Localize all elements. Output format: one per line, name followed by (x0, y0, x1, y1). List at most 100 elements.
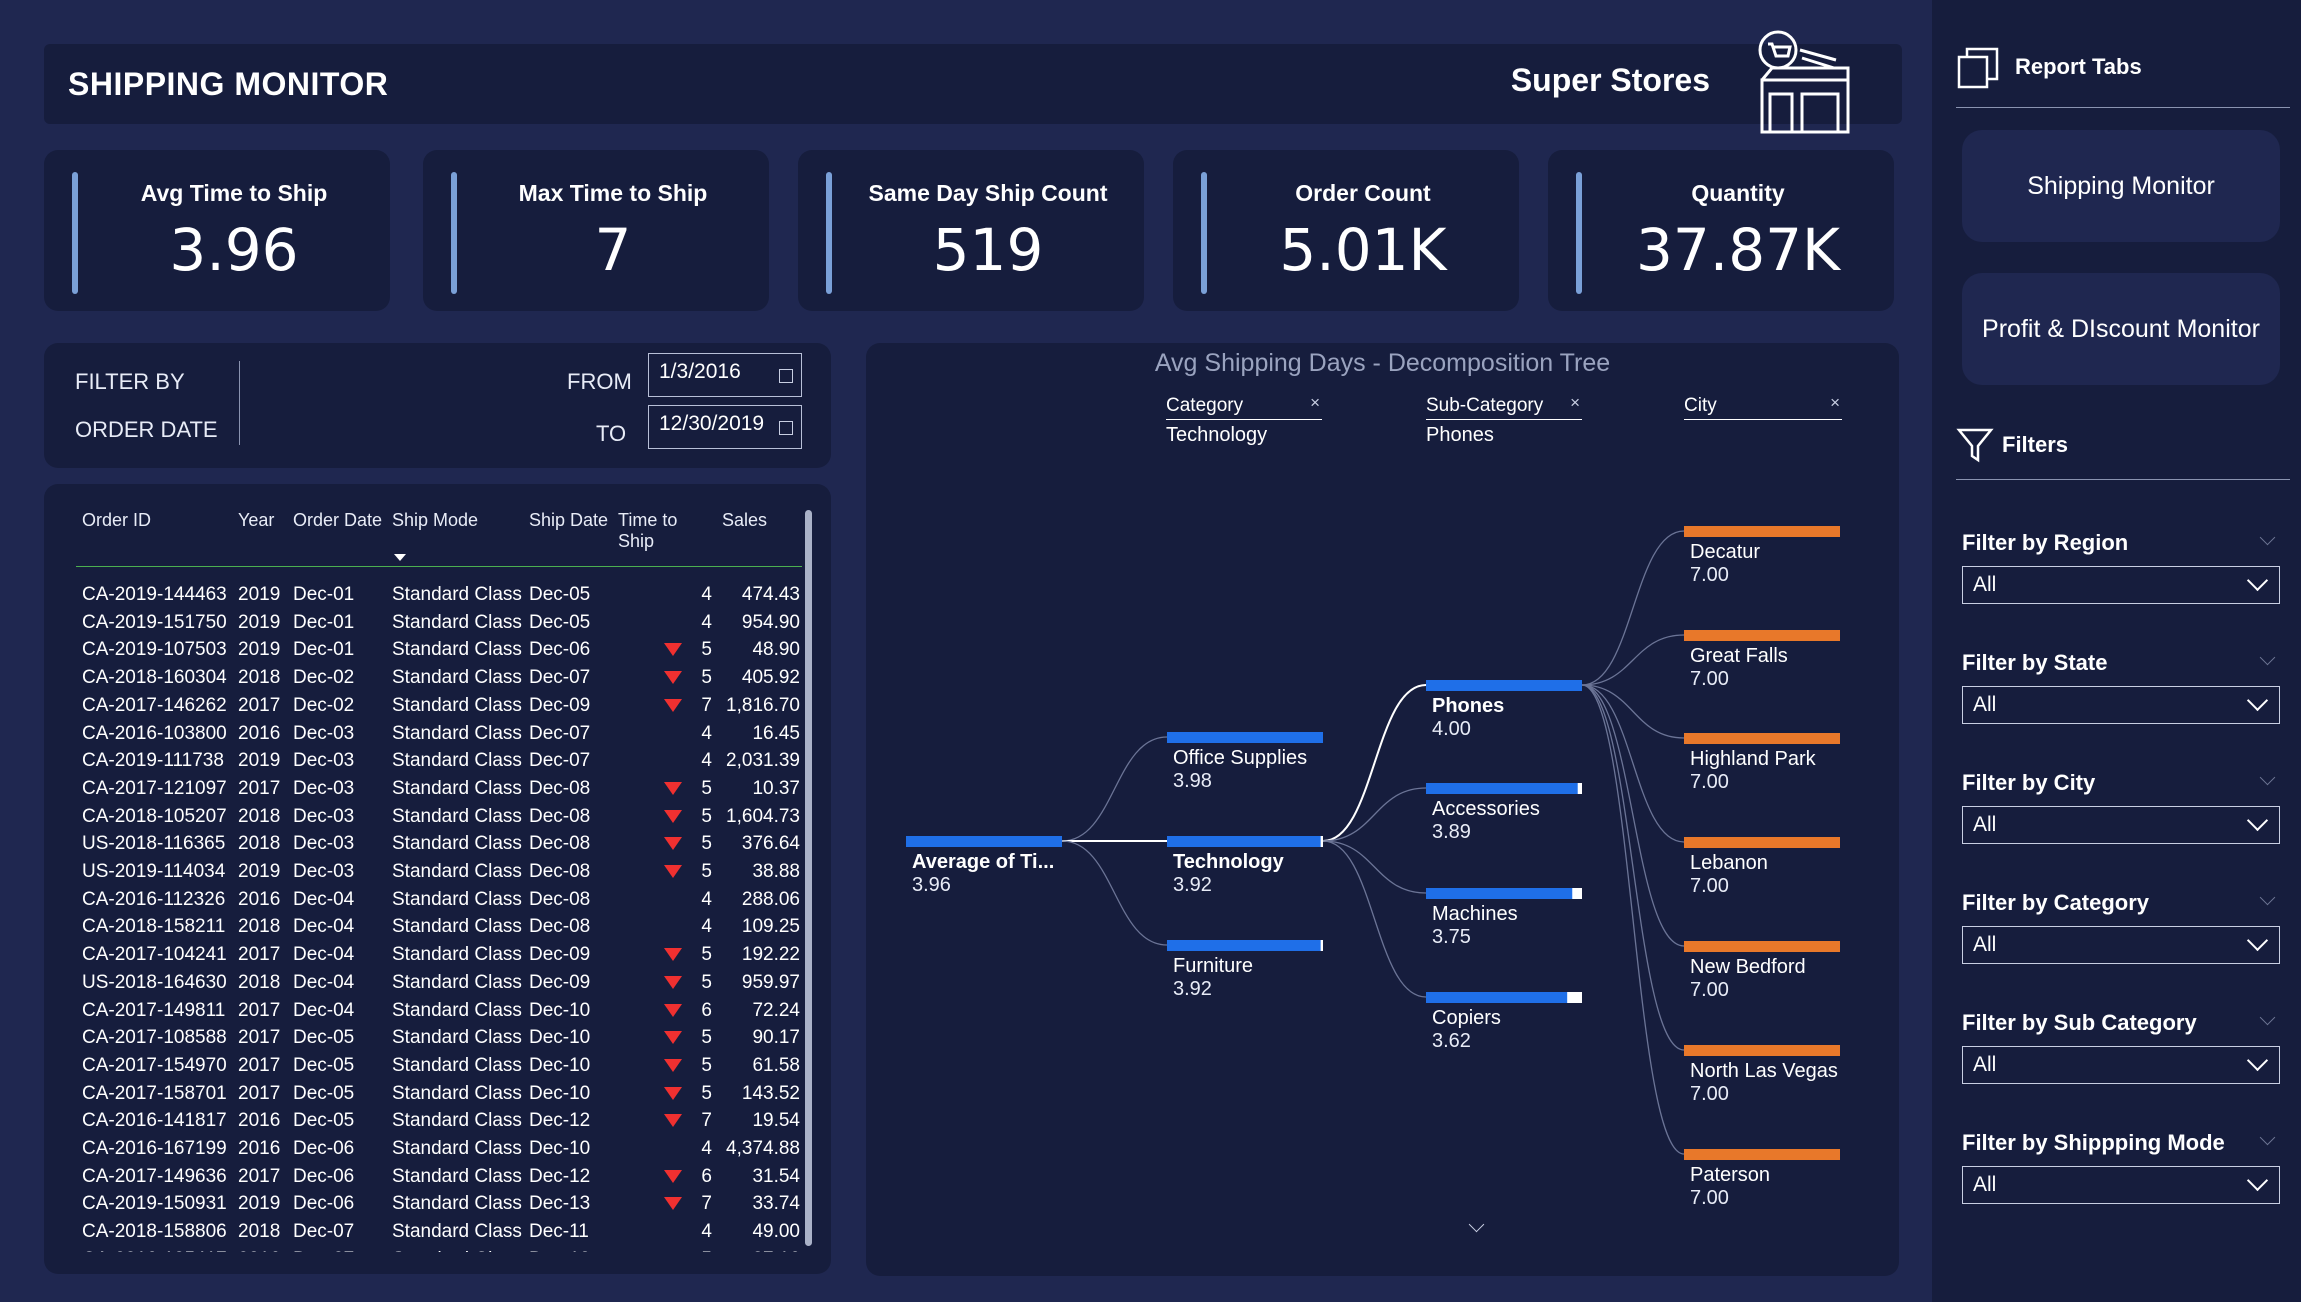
table-row[interactable]: CA-2017-158701 2017 Dec-05 Standard Class De… (82, 1083, 802, 1110)
category-bar[interactable] (1167, 732, 1323, 743)
category-bar[interactable] (1167, 940, 1323, 951)
cell-time-to-ship: 7 (701, 694, 712, 716)
table-row[interactable]: CA-2017-108588 2017 Dec-05 Standard Class De… (82, 1027, 802, 1054)
city-bar[interactable] (1684, 1149, 1840, 1160)
cell-ship-date: Dec-08 (529, 833, 591, 855)
red-down-triangle-icon (664, 698, 682, 712)
tree-node-category[interactable]: Technology 3.92 (1173, 851, 1284, 897)
city-bar[interactable] (1684, 630, 1840, 641)
col-header-time-to-ship[interactable]: Time to Ship (618, 510, 677, 552)
tree-node-city[interactable]: Paterson 7.00 (1690, 1164, 1770, 1210)
tree-node-city[interactable]: North Las Vegas 7.00 (1690, 1060, 1838, 1106)
tree-node-city[interactable]: New Bedford 7.00 (1690, 956, 1806, 1002)
city-bar[interactable] (1684, 526, 1840, 537)
chevron-down-icon[interactable] (2246, 569, 2269, 592)
city-bar[interactable] (1684, 837, 1840, 848)
table-row[interactable]: CA-2017-149811 2017 Dec-04 Standard Class De… (82, 1000, 802, 1027)
bar-fill (1167, 836, 1321, 847)
col-header-ship-date[interactable]: Ship Date (529, 510, 608, 531)
table-row[interactable]: CA-2016-141817 2016 Dec-05 Standard Class De… (82, 1110, 802, 1137)
col-header-sales[interactable]: Sales (722, 510, 767, 531)
cell-sales: 38.88 (752, 861, 800, 882)
table-row[interactable]: CA-2017-154970 2017 Dec-05 Standard Class De… (82, 1055, 802, 1082)
chevron-down-icon[interactable] (2246, 689, 2269, 712)
slicer-dropdown[interactable]: All (1962, 566, 2280, 604)
tree-node-category[interactable]: Office Supplies 3.98 (1173, 747, 1307, 793)
table-row[interactable]: CA-2018-158211 2018 Dec-04 Standard Class De… (82, 916, 802, 943)
col-header-ship-mode[interactable]: Ship Mode (392, 510, 478, 531)
table-row[interactable]: US-2019-114034 2019 Dec-03 Standard Class De… (82, 861, 802, 888)
chevron-down-icon[interactable] (2259, 529, 2276, 546)
tree-node-root[interactable]: Average of Ti... 3.96 (912, 851, 1054, 897)
table-row[interactable]: CA-2016-112326 2016 Dec-04 Standard Class De… (82, 889, 802, 916)
tree-node-subcategory[interactable]: Accessories 3.89 (1432, 798, 1540, 844)
table-row[interactable]: CA-2018-160304 2018 Dec-02 Standard Class De… (82, 667, 802, 694)
col-header-order-date[interactable]: Order Date (293, 510, 382, 531)
col-header-order-id[interactable]: Order ID (82, 510, 151, 531)
subcategory-bar[interactable] (1426, 992, 1582, 1003)
chevron-down-icon[interactable] (2259, 1009, 2276, 1026)
table-row[interactable]: CA-2018-105207 2018 Dec-03 Standard Class De… (82, 806, 802, 833)
table-row[interactable]: CA-2019-150931 2019 Dec-06 Standard Class De… (82, 1193, 802, 1220)
tree-node-subcategory[interactable]: Phones 4.00 (1432, 695, 1504, 741)
category-bar[interactable] (1167, 836, 1323, 847)
tree-node-subcategory[interactable]: Machines 3.75 (1432, 903, 1518, 949)
cell-ship-date: Dec-07 (529, 722, 591, 744)
chevron-down-icon[interactable] (2259, 1129, 2276, 1146)
table-row[interactable]: CA-2016-105417 2016 Dec-07 Standard Class De… (82, 1249, 802, 1252)
from-label: FROM (567, 369, 632, 394)
table-row[interactable]: CA-2016-167199 2016 Dec-06 Standard Class De… (82, 1138, 802, 1165)
table-row[interactable]: US-2018-164630 2018 Dec-04 Standard Class De… (82, 972, 802, 999)
chevron-down-icon[interactable] (2246, 1049, 2269, 1072)
slicer-dropdown[interactable]: All (1962, 926, 2280, 964)
red-down-triangle-icon (664, 643, 682, 657)
table-row[interactable]: CA-2017-121097 2017 Dec-03 Standard Class De… (82, 778, 802, 805)
chevron-down-icon[interactable] (2259, 889, 2276, 906)
chevron-down-icon[interactable] (2246, 1169, 2269, 1192)
tree-node-city[interactable]: Decatur 7.00 (1690, 541, 1760, 587)
slicer-dropdown[interactable]: All (1962, 806, 2280, 844)
city-bar[interactable] (1684, 733, 1840, 744)
scrollbar-track[interactable] (805, 510, 812, 1246)
city-bar[interactable] (1684, 941, 1840, 952)
cell-ship-date: Dec-07 (529, 750, 591, 772)
chevron-down-icon[interactable] (2246, 929, 2269, 952)
subcategory-bar[interactable] (1426, 680, 1582, 691)
tree-node-city[interactable]: Great Falls 7.00 (1690, 645, 1788, 691)
chevron-down-icon[interactable] (2246, 809, 2269, 832)
table-row[interactable]: CA-2017-149636 2017 Dec-06 Standard Class De… (82, 1166, 802, 1193)
table-row[interactable]: CA-2019-111738 2019 Dec-03 Standard Class De… (82, 750, 802, 777)
table-row[interactable]: US-2018-116365 2018 Dec-03 Standard Class De… (82, 833, 802, 860)
tree-node-subcategory[interactable]: Copiers 3.62 (1432, 1007, 1501, 1053)
from-date-input[interactable]: 1/3/2016 (648, 353, 802, 397)
chevron-down-icon[interactable] (2259, 649, 2276, 666)
city-bar[interactable] (1684, 1045, 1840, 1056)
table-row[interactable]: CA-2018-158806 2018 Dec-07 Standard Class De… (82, 1221, 802, 1248)
tree-node-city[interactable]: Highland Park 7.00 (1690, 748, 1816, 794)
slicer-dropdown[interactable]: All (1962, 1046, 2280, 1084)
profit-discount-button[interactable]: Profit & DIscount Monitor (1962, 273, 2280, 385)
calendar-icon[interactable] (779, 369, 793, 383)
root-bar[interactable] (906, 836, 1062, 847)
table-row[interactable]: CA-2017-104241 2017 Dec-04 Standard Class De… (82, 944, 802, 971)
tree-node-city[interactable]: Lebanon 7.00 (1690, 852, 1768, 898)
cell-order-date: Dec-05 (293, 1110, 355, 1132)
scrollbar-thumb[interactable] (805, 510, 812, 1246)
shipping-monitor-button[interactable]: Shipping Monitor (1962, 130, 2280, 242)
sort-desc-icon[interactable] (394, 554, 406, 561)
calendar-icon[interactable] (779, 421, 793, 435)
subcategory-bar[interactable] (1426, 783, 1582, 794)
table-row[interactable]: CA-2017-146262 2017 Dec-02 Standard Class De… (82, 695, 802, 722)
chevron-down-icon[interactable] (2259, 769, 2276, 786)
slicer-dropdown[interactable]: All (1962, 1166, 2280, 1204)
subcategory-bar[interactable] (1426, 888, 1582, 899)
col-header-year[interactable]: Year (238, 510, 274, 531)
tree-node-category[interactable]: Furniture 3.92 (1173, 955, 1253, 1001)
cell-year: 2016 (238, 1249, 280, 1252)
slicer-dropdown[interactable]: All (1962, 686, 2280, 724)
to-date-input[interactable]: 12/30/2019 (648, 405, 802, 449)
table-row[interactable]: CA-2019-151750 2019 Dec-01 Standard Class De… (82, 612, 802, 639)
table-row[interactable]: CA-2019-107503 2019 Dec-01 Standard Class De… (82, 639, 802, 666)
table-row[interactable]: CA-2016-103800 2016 Dec-03 Standard Class De… (82, 723, 802, 750)
table-row[interactable]: CA-2019-144463 2019 Dec-01 Standard Class De… (82, 584, 802, 611)
